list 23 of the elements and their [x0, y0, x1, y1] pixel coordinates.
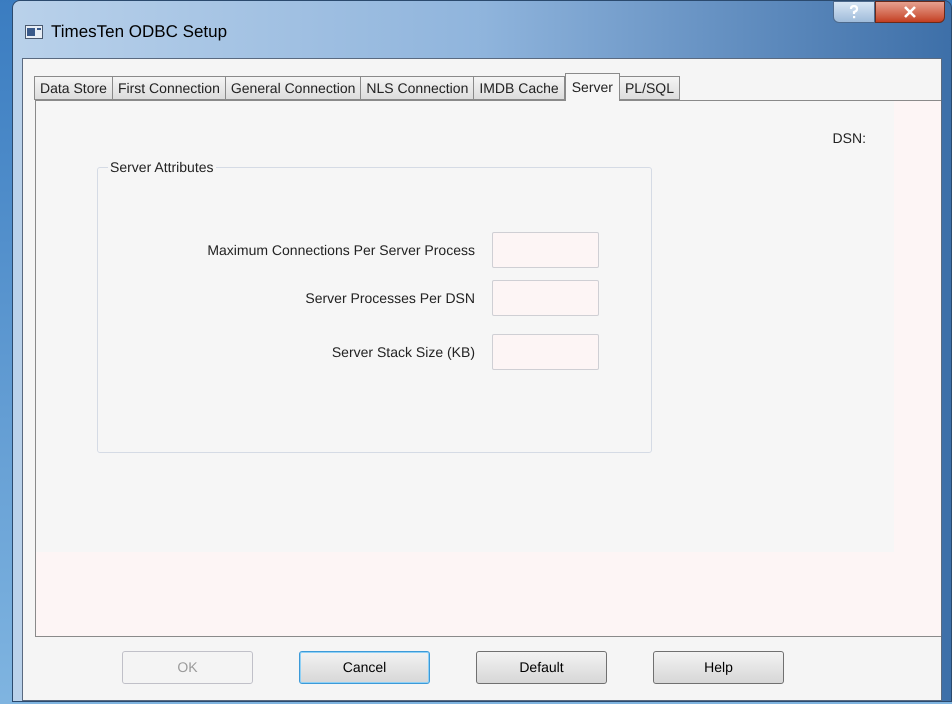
app-icon: [25, 25, 43, 39]
tab[interactable]: First Connection: [112, 76, 226, 100]
tab[interactable]: NLS Connection: [360, 76, 474, 100]
window-title: TimesTen ODBC Setup: [51, 21, 228, 43]
tab[interactable]: PL/SQL: [618, 76, 680, 100]
input-field[interactable]: [492, 334, 599, 370]
dialog-button[interactable]: Help: [653, 651, 784, 684]
input-field[interactable]: [492, 232, 599, 268]
tab[interactable]: Data Store: [34, 76, 113, 100]
tab[interactable]: General Connection: [224, 76, 362, 100]
dialog-button[interactable]: Default: [476, 651, 607, 684]
field-label: Server Processes Per DSN: [304, 288, 475, 308]
help-icon: [849, 5, 859, 19]
field-label: Maximum Connections Per Server Process: [206, 240, 475, 260]
help-button[interactable]: [833, 1, 875, 23]
dialog-button[interactable]: Cancel: [299, 651, 430, 684]
tab[interactable]: Server: [564, 73, 620, 101]
dsn-label: DSN:: [832, 129, 866, 148]
close-button[interactable]: [875, 1, 945, 23]
close-icon: [903, 6, 917, 18]
input-field[interactable]: [492, 280, 599, 316]
field-label: Server Stack Size (KB): [330, 342, 475, 362]
tab[interactable]: IMDB Cache: [473, 76, 565, 100]
